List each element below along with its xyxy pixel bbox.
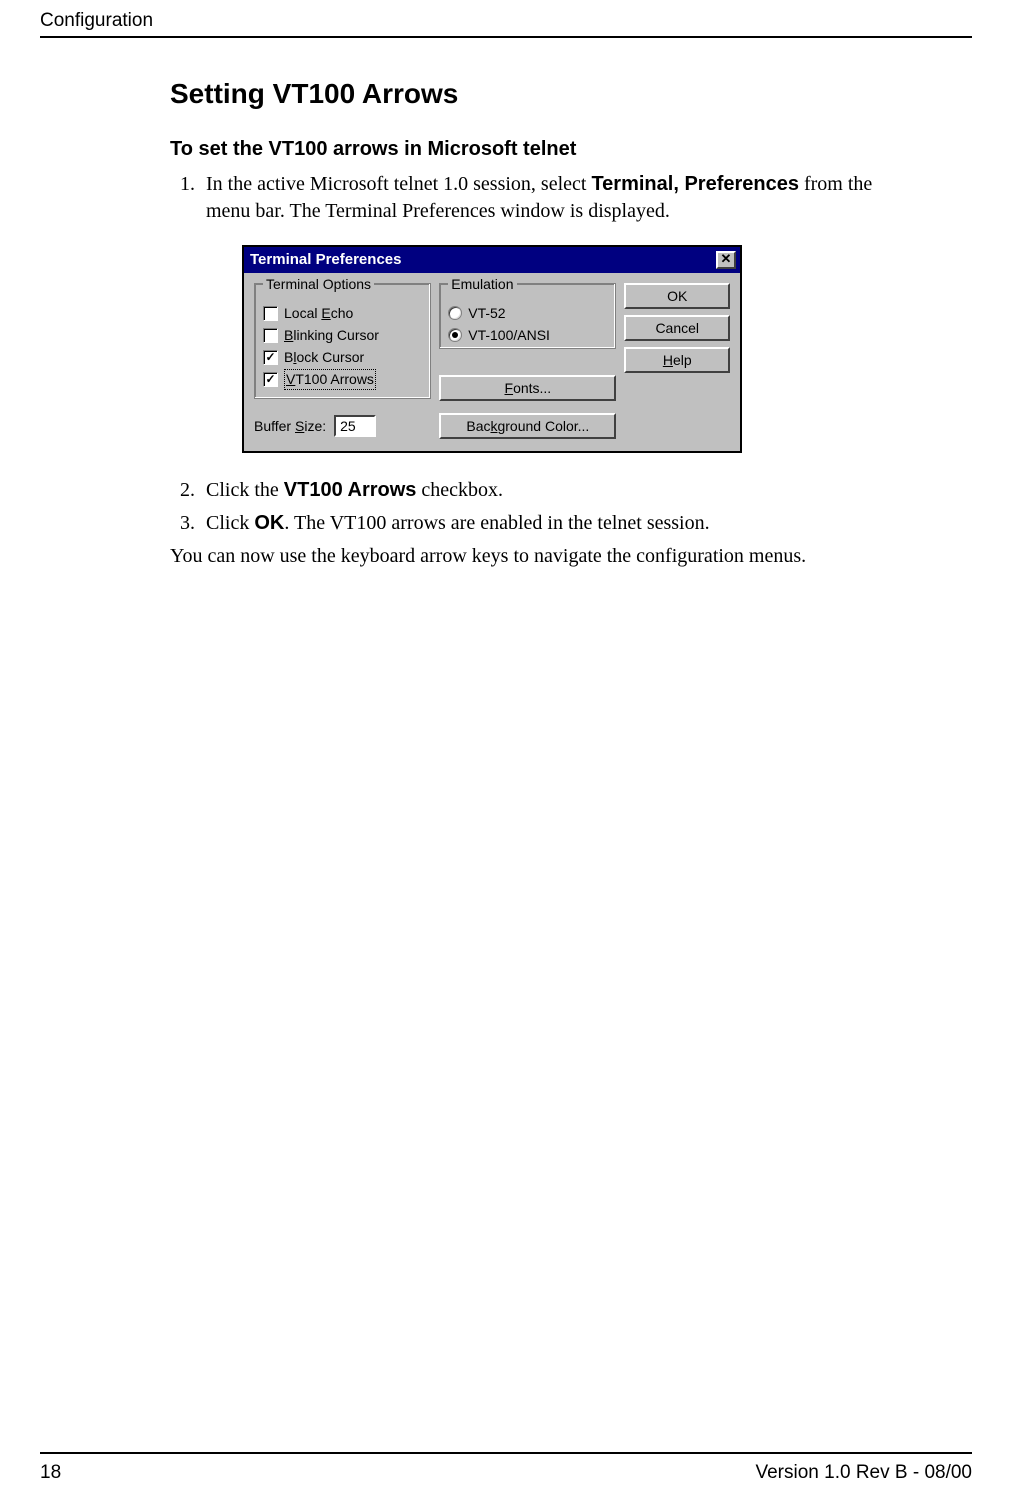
procedure-heading: To set the VT100 arrows in Microsoft tel… [170, 138, 910, 161]
checkbox-blinking-cursor[interactable]: Blinking Cursor [263, 324, 422, 346]
cancel-button[interactable]: Cancel [624, 315, 730, 341]
radio-vt52[interactable]: VT-52 [448, 302, 607, 324]
checkbox-label: VT100 Arrows [284, 369, 376, 390]
footer-rule [40, 1452, 972, 1454]
step-2-post: checkbox. [416, 479, 503, 501]
step-1: In the active Microsoft telnet 1.0 sessi… [200, 171, 910, 453]
step-2: Click the VT100 Arrows checkbox. [200, 477, 910, 504]
checkbox-label: Blinking Cursor [284, 326, 379, 345]
close-icon: ✕ [721, 251, 732, 266]
radio-label: VT-52 [468, 304, 505, 323]
emulation-legend: Emulation [448, 275, 516, 294]
terminal-options-legend: Terminal Options [263, 275, 374, 294]
terminal-options-group: Terminal Options Local Echo Blinking Cur… [254, 283, 431, 399]
checkbox-icon [263, 328, 278, 343]
step-3: Click OK. The VT100 arrows are enabled i… [200, 510, 910, 537]
checkbox-icon: ✓ [263, 372, 278, 387]
dialog-titlebar: Terminal Preferences ✕ [244, 247, 740, 273]
step-2-pre: Click the [206, 479, 284, 501]
radio-label: VT-100/ANSI [468, 326, 550, 345]
buffer-size-input[interactable]: 25 [334, 415, 376, 437]
ok-button[interactable]: OK [624, 283, 730, 309]
step-1-bold: Terminal, Preferences [591, 173, 799, 195]
buffer-size-label: Buffer Size: [254, 417, 326, 436]
version-string: Version 1.0 Rev B - 08/00 [755, 1462, 972, 1484]
background-color-button[interactable]: Background Color... [439, 413, 616, 439]
closing-paragraph: You can now use the keyboard arrow keys … [170, 543, 910, 570]
step-1-pre: In the active Microsoft telnet 1.0 sessi… [206, 173, 591, 195]
checkbox-block-cursor[interactable]: ✓ Block Cursor [263, 346, 422, 368]
emulation-group: Emulation VT-52 VT-100/ANSI [439, 283, 616, 349]
checkbox-icon [263, 306, 278, 321]
dialog-title: Terminal Preferences [250, 250, 401, 270]
close-button[interactable]: ✕ [716, 251, 736, 269]
page-number: 18 [40, 1462, 61, 1484]
checkbox-icon: ✓ [263, 350, 278, 365]
radio-icon [448, 306, 462, 320]
step-2-bold: VT100 Arrows [284, 479, 417, 501]
steps-list: In the active Microsoft telnet 1.0 sessi… [170, 171, 910, 537]
step-3-bold: OK [254, 512, 284, 534]
radio-icon [448, 328, 462, 342]
step-3-pre: Click [206, 512, 254, 534]
step-3-post: . The VT100 arrows are enabled in the te… [284, 512, 709, 534]
buffer-size-row: Buffer Size: 25 [254, 415, 431, 437]
checkbox-local-echo[interactable]: Local Echo [263, 302, 422, 324]
checkbox-label: Local Echo [284, 304, 353, 323]
terminal-preferences-dialog: Terminal Preferences ✕ Terminal Options [242, 245, 742, 453]
header-section: Configuration [40, 0, 972, 38]
checkbox-label: Block Cursor [284, 348, 364, 367]
checkbox-vt100-arrows[interactable]: ✓ VT100 Arrows [263, 368, 422, 390]
radio-vt100-ansi[interactable]: VT-100/ANSI [448, 324, 607, 346]
fonts-button[interactable]: Fonts... [439, 375, 616, 401]
page-title: Setting VT100 Arrows [170, 78, 910, 110]
help-button[interactable]: Help [624, 347, 730, 373]
